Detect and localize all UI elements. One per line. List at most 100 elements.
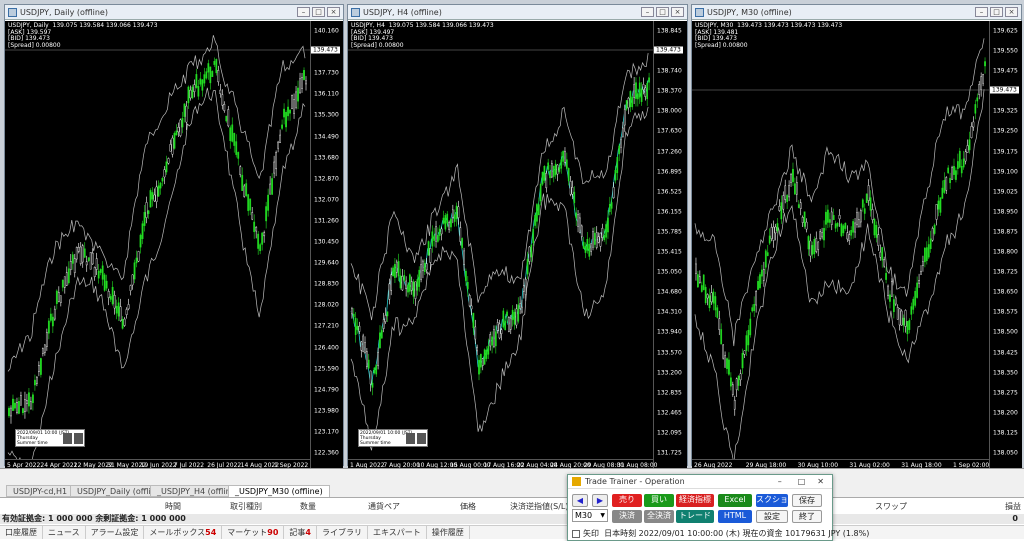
- candle-body: [554, 163, 557, 176]
- candle-body: [537, 204, 540, 216]
- chart-window-h4[interactable]: USDJPY, H4 (offline) – □ × USDJPY, H4 13…: [347, 4, 688, 471]
- candle-body: [627, 97, 630, 109]
- chart-window-m30[interactable]: USDJPY, M30 (offline) – □ × USDJPY, M30 …: [691, 4, 1022, 471]
- price-chart[interactable]: USDJPY, Daily 139.075 139.584 139.066 13…: [5, 21, 310, 459]
- excel-button[interactable]: Excel: [718, 494, 752, 507]
- html-button[interactable]: HTML: [718, 510, 752, 523]
- close-button[interactable]: ×: [671, 7, 684, 17]
- candle-body: [45, 332, 48, 347]
- buy-button[interactable]: 買い: [644, 494, 674, 507]
- screenshot-button[interactable]: スクショ: [756, 494, 788, 507]
- col-time[interactable]: 時間: [165, 501, 181, 512]
- minimize-button[interactable]: –: [975, 7, 988, 17]
- candle-body: [834, 223, 837, 229]
- price-axis[interactable]: 138.845139.110138.740138.370138.000137.6…: [653, 21, 687, 471]
- candle-body: [275, 152, 278, 170]
- terminal-tab[interactable]: メールボックス54: [144, 526, 223, 539]
- col-swap[interactable]: スワップ: [875, 501, 907, 512]
- candle-body: [189, 89, 192, 99]
- candle-body: [191, 86, 194, 99]
- close-all-button[interactable]: 全決済: [644, 510, 674, 523]
- balance-value: 0: [1012, 514, 1018, 523]
- chart-titlebar[interactable]: USDJPY, Daily (offline) – □ ×: [5, 5, 343, 20]
- price-axis[interactable]: 139.625139.550139.475139.400139.325139.2…: [989, 21, 1022, 471]
- panel-button[interactable]: [417, 433, 426, 444]
- terminal-tab[interactable]: 口座履歴: [0, 526, 43, 539]
- col-symbol[interactable]: 通貨ペア: [368, 501, 400, 512]
- price-tick-label: 140.160: [314, 27, 339, 35]
- close-position-button[interactable]: 決済: [612, 510, 642, 523]
- candle-body: [364, 342, 366, 353]
- terminal-tab[interactable]: ニュース: [43, 526, 86, 539]
- candle-body: [807, 236, 810, 250]
- candle-body: [289, 109, 291, 114]
- candle-body: [881, 247, 884, 261]
- terminal-tab[interactable]: ライブラリ: [317, 526, 368, 539]
- candle-body: [871, 209, 874, 220]
- close-icon[interactable]: ✕: [817, 477, 824, 486]
- price-chart[interactable]: USDJPY, H4 139.075 139.584 139.066 139.4…: [348, 21, 653, 459]
- trainer-titlebar[interactable]: Trade Trainer - Operation – □ ✕: [568, 475, 832, 489]
- candle-body: [757, 281, 759, 290]
- candle-body: [844, 222, 847, 229]
- close-button[interactable]: ×: [1005, 7, 1018, 17]
- candle-body: [161, 178, 164, 182]
- col-price[interactable]: 価格: [460, 501, 476, 512]
- close-button[interactable]: ×: [327, 7, 340, 17]
- candle-body: [840, 223, 843, 237]
- minimize-button[interactable]: –: [641, 7, 654, 17]
- maximize-button[interactable]: □: [990, 7, 1003, 17]
- candle-body: [830, 211, 833, 225]
- terminal-tab[interactable]: 操作履歴: [427, 526, 470, 539]
- maximize-button[interactable]: □: [312, 7, 325, 17]
- panel-button[interactable]: [406, 433, 415, 444]
- maximize-button[interactable]: □: [656, 7, 669, 17]
- terminal-tab[interactable]: マーケット90: [222, 526, 285, 539]
- tab-usdjpy-h1[interactable]: USDJPY-cd,H1: [6, 485, 75, 497]
- col-volume[interactable]: 数量: [300, 501, 316, 512]
- price-axis[interactable]: 140.160138.540137.730136.110135.300134.4…: [310, 21, 343, 471]
- trade-trainer-window[interactable]: Trade Trainer - Operation – □ ✕ ◀ ▶ 売り 買…: [567, 474, 869, 541]
- candle-body: [291, 95, 293, 110]
- save-button[interactable]: 保存: [792, 494, 822, 507]
- timeframe-select[interactable]: M30 ▼: [572, 509, 608, 522]
- col-type[interactable]: 取引種別: [230, 501, 262, 512]
- terminal-tab[interactable]: エキスパート: [368, 526, 427, 539]
- candle-body: [722, 344, 724, 359]
- minimize-icon[interactable]: –: [778, 477, 782, 486]
- terminal-tab[interactable]: 記事4: [284, 526, 317, 539]
- maximize-icon[interactable]: □: [798, 477, 806, 486]
- candle-body: [646, 83, 649, 100]
- prev-arrow-button[interactable]: ◀: [572, 494, 588, 507]
- candle-body: [635, 82, 637, 99]
- candle-body: [195, 74, 198, 88]
- trade-button[interactable]: トレード: [676, 510, 714, 523]
- chart-titlebar[interactable]: USDJPY, H4 (offline) – □ ×: [348, 5, 687, 20]
- next-arrow-button[interactable]: ▶: [592, 494, 608, 507]
- chart-titlebar[interactable]: USDJPY, M30 (offline) – □ ×: [692, 5, 1021, 20]
- candle-body: [891, 280, 893, 297]
- indicators-button[interactable]: 経済指標: [676, 494, 714, 507]
- minimize-button[interactable]: –: [297, 7, 310, 17]
- panel-button[interactable]: [74, 433, 83, 444]
- candle-body: [483, 349, 486, 365]
- chart-window-daily[interactable]: USDJPY, Daily (offline) – □ × USDJPY, Da…: [4, 4, 344, 471]
- candle-body: [409, 274, 411, 292]
- sell-button[interactable]: 売り: [612, 494, 642, 507]
- price-chart[interactable]: USDJPY, M30 139.473 139.473 139.473 139.…: [692, 21, 989, 459]
- candle-body: [801, 217, 804, 223]
- tab-count: 4: [305, 528, 311, 537]
- candle-body: [239, 166, 242, 175]
- col-profit[interactable]: 損益: [1005, 501, 1021, 512]
- arrow-checkbox[interactable]: [572, 529, 580, 538]
- terminal-tab[interactable]: アラーム設定: [86, 526, 145, 539]
- tab-usdjpy-m30[interactable]: _USDJPY_M30 (offline): [228, 485, 330, 497]
- price-tick-label: 136.155: [657, 208, 682, 216]
- quit-button[interactable]: 終了: [792, 510, 822, 523]
- panel-button[interactable]: [63, 433, 72, 444]
- col-sl[interactable]: 決済逆指値(S/L): [510, 501, 568, 512]
- candle-body: [249, 198, 252, 211]
- settings-button[interactable]: 設定: [756, 510, 788, 523]
- candle-body: [470, 305, 473, 310]
- candle-body: [582, 241, 585, 249]
